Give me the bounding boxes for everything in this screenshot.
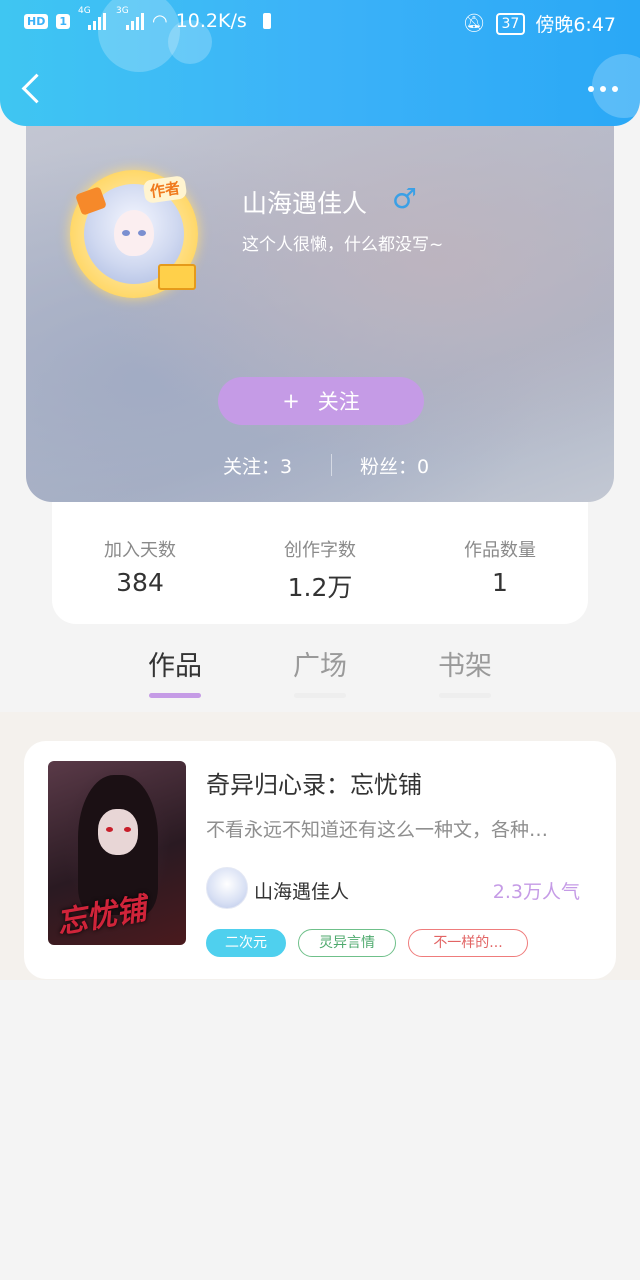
- username: 山海遇佳人: [242, 189, 368, 218]
- author-avatar: [206, 867, 248, 909]
- tab-bookshelf[interactable]: 书架: [425, 644, 505, 698]
- stat-value: 1: [492, 568, 508, 597]
- tab-indicator: [149, 693, 201, 698]
- following-count: 3: [280, 456, 293, 478]
- battery-icon: 37: [495, 12, 526, 35]
- open-book-icon: [158, 264, 196, 290]
- mute-bell-icon: 🔕︎: [462, 13, 486, 34]
- tab-bar: 作品 广场 书架: [0, 640, 640, 706]
- stat-value: 1.2万: [287, 573, 353, 602]
- stat-label: 作品数量: [464, 540, 536, 561]
- tab-indicator: [294, 693, 346, 698]
- popularity-count: 2.3万人气: [492, 881, 580, 903]
- avatar[interactable]: 作者: [70, 170, 198, 298]
- follow-button-label: 关注: [317, 390, 360, 414]
- tab-label: 作品: [148, 651, 202, 682]
- clock: 傍晚6:47: [535, 14, 616, 36]
- cover-title: 忘忧铺: [54, 891, 149, 942]
- stats-box: 加入天数 384 创作字数 1.2万 作品数量 1: [52, 490, 588, 624]
- tab-works[interactable]: 作品: [135, 644, 215, 698]
- stat-value: 384: [116, 568, 164, 597]
- status-bar: HD 1 4G 3G ◠ 10.2K/s 🔕︎ 37 傍晚6:47: [0, 0, 640, 44]
- book-cover[interactable]: 忘忧铺: [48, 761, 186, 945]
- tag-chip[interactable]: 不一样的...: [408, 929, 528, 957]
- profile-card: 作者 山海遇佳人 ♂ 这个人很懒，什么都没写~ + 关注 关注：3 粉丝：0: [26, 100, 614, 502]
- tab-plaza[interactable]: 广场: [280, 644, 360, 698]
- fans-stat[interactable]: 粉丝：0: [360, 452, 429, 479]
- book-description: 不看永远不知道还有这么一种文，各种…: [206, 819, 549, 841]
- fans-count: 0: [417, 456, 430, 478]
- sim-icon: 1: [56, 13, 70, 29]
- author-badge: 作者: [142, 175, 188, 204]
- tag-chip[interactable]: 二次元: [206, 929, 286, 957]
- book-author: 山海遇佳人: [254, 881, 350, 903]
- signal-3g-icon: 3G: [116, 6, 144, 30]
- wifi-icon: ◠: [152, 10, 168, 32]
- book-card[interactable]: 忘忧铺 奇异归心录：忘忧铺 不看永远不知道还有这么一种文，各种… 山海遇佳人 2…: [24, 741, 616, 979]
- following-stat[interactable]: 关注：3: [223, 452, 292, 479]
- male-gender-icon: ♂: [392, 182, 418, 215]
- alert-icon: [262, 13, 271, 29]
- back-button[interactable]: [21, 73, 52, 104]
- top-header: HD 1 4G 3G ◠ 10.2K/s 🔕︎ 37 傍晚6:47: [0, 0, 640, 126]
- tag-chip[interactable]: 灵异言情: [298, 929, 396, 957]
- network-speed: 10.2K/s: [175, 10, 247, 32]
- tab-label: 书架: [438, 651, 492, 682]
- stat-label: 创作字数: [284, 540, 356, 561]
- stat-label: 加入天数: [104, 540, 176, 561]
- tab-label: 广场: [293, 651, 347, 682]
- tab-indicator: [439, 693, 491, 698]
- stat-join-days: 加入天数 384: [70, 536, 210, 597]
- network-type-label: 4G: [78, 6, 91, 16]
- stat-word-count: 创作字数 1.2万: [250, 536, 390, 604]
- hd-icon: HD: [24, 13, 49, 29]
- more-button[interactable]: [584, 82, 622, 96]
- more-dots-icon: [588, 86, 594, 92]
- signal-4g-icon: 4G: [78, 6, 106, 30]
- network-type-label: 3G: [116, 6, 129, 16]
- stat-works-count: 作品数量 1: [430, 536, 570, 597]
- follow-button[interactable]: + 关注: [218, 377, 424, 425]
- book-title[interactable]: 奇异归心录：忘忧铺: [206, 765, 422, 800]
- plus-icon: +: [282, 389, 300, 413]
- fans-label: 粉丝：: [360, 456, 418, 478]
- divider: [331, 454, 332, 476]
- following-label: 关注：: [223, 456, 281, 478]
- user-bio: 这个人很懒，什么都没写~: [242, 235, 444, 255]
